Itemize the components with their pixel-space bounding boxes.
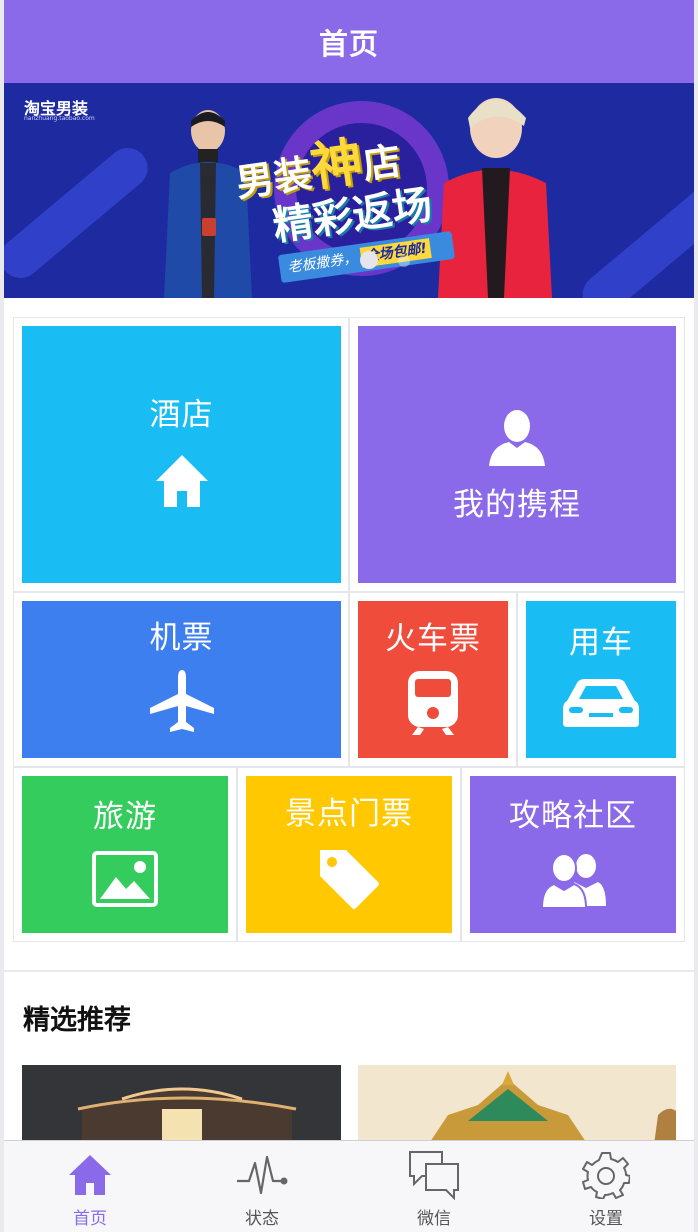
banner-decoration bbox=[574, 163, 694, 298]
tile-flights[interactable]: 机票 bbox=[22, 601, 341, 758]
tab-status-label: 状态 bbox=[245, 1209, 279, 1229]
page-title: 首页 bbox=[318, 26, 379, 61]
carousel-dot-active[interactable] bbox=[360, 251, 378, 269]
banner-logo-url: nanzhuang.taobao.com bbox=[24, 115, 95, 122]
tile-flights-label: 机票 bbox=[149, 620, 214, 656]
tile-community[interactable]: 攻略社区 bbox=[470, 776, 676, 933]
tab-settings[interactable]: 设置 bbox=[520, 1141, 692, 1232]
users-icon bbox=[540, 853, 606, 908]
banner-model-right bbox=[438, 98, 552, 298]
tile-community-label: 攻略社区 bbox=[509, 798, 637, 834]
tile-tickets[interactable]: 景点门票 bbox=[246, 776, 452, 933]
tile-my-trips-label: 我的携程 bbox=[453, 487, 581, 523]
tab-home-label: 首页 bbox=[73, 1209, 107, 1229]
tab-home[interactable]: 首页 bbox=[4, 1141, 176, 1232]
home-icon bbox=[69, 1155, 111, 1195]
carousel-dot[interactable] bbox=[398, 255, 410, 267]
recommend-card-1[interactable] bbox=[22, 1065, 341, 1142]
tab-wechat[interactable]: 微信 bbox=[348, 1141, 520, 1232]
car-icon bbox=[563, 679, 639, 727]
image-icon bbox=[92, 851, 158, 907]
tag-icon bbox=[320, 850, 379, 909]
section-title: 精选推荐 bbox=[23, 1005, 131, 1036]
banner-decoration bbox=[4, 139, 156, 287]
tile-car[interactable]: 用车 bbox=[526, 601, 676, 758]
tile-travel[interactable]: 旅游 bbox=[22, 776, 228, 933]
tile-hotel[interactable]: 酒店 bbox=[22, 326, 341, 583]
tile-hotel-label: 酒店 bbox=[149, 397, 214, 433]
recommend-card-2[interactable] bbox=[358, 1065, 676, 1142]
chat-icon bbox=[409, 1151, 459, 1200]
pulse-icon bbox=[237, 1155, 288, 1195]
recommend-section: 精选推荐 bbox=[4, 972, 694, 1142]
tile-car-label: 用车 bbox=[569, 625, 633, 661]
tile-travel-label: 旅游 bbox=[93, 799, 157, 835]
tile-tickets-label: 景点门票 bbox=[285, 796, 413, 832]
nav-header: 首页 bbox=[4, 0, 694, 83]
service-grid: 酒店 我的携程 机票 火车票 用车 旅游 景点门票 攻略社区 bbox=[4, 298, 694, 970]
tab-settings-label: 设置 bbox=[589, 1209, 623, 1229]
user-icon bbox=[489, 410, 545, 466]
tab-status[interactable]: 状态 bbox=[176, 1141, 348, 1232]
home-icon bbox=[155, 455, 208, 507]
airplane-icon bbox=[149, 670, 214, 732]
promo-banner[interactable]: 淘宝男装 nanzhuang.taobao.com 男装神店 精彩返场 老板撒券… bbox=[4, 83, 694, 298]
bottom-tab-bar: 首页 状态 微信 设置 bbox=[4, 1140, 694, 1232]
tile-train-label: 火车票 bbox=[385, 621, 481, 657]
tile-my-trips[interactable]: 我的携程 bbox=[358, 326, 676, 583]
tile-train[interactable]: 火车票 bbox=[358, 601, 508, 758]
tab-wechat-label: 微信 bbox=[417, 1209, 451, 1229]
recommend-image-2 bbox=[358, 1065, 676, 1142]
gear-icon bbox=[582, 1152, 630, 1199]
recommend-image-1 bbox=[22, 1065, 341, 1142]
train-icon bbox=[408, 671, 458, 735]
